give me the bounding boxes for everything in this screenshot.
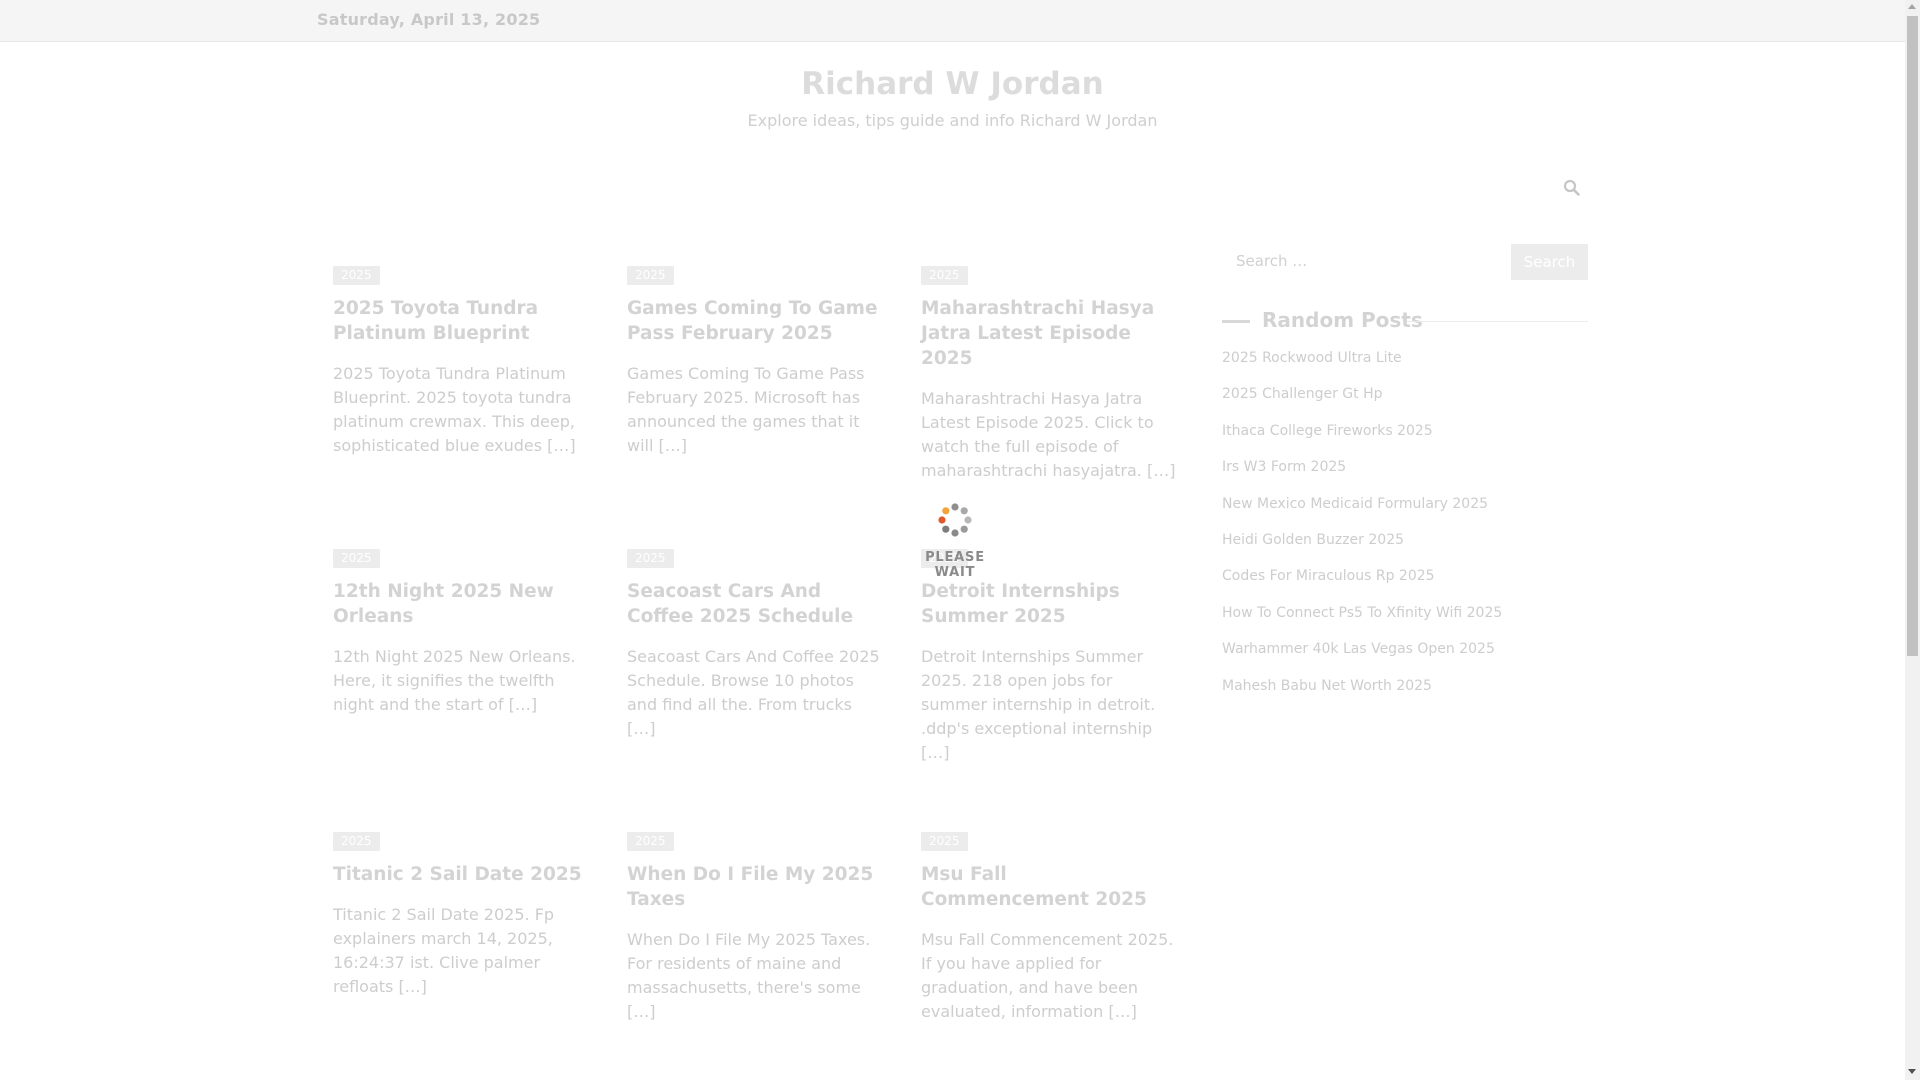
post-card: 2025 Seacoast Cars And Coffee 2025 Sched… xyxy=(627,547,883,741)
spinner-dot xyxy=(964,516,972,524)
category-badge[interactable]: 2025 xyxy=(333,832,380,851)
page: Saturday, April 13, 2025 Richard W Jorda… xyxy=(0,0,1905,1080)
spinner-dot xyxy=(942,507,950,515)
post-card: 2025 When Do I File My 2025 Taxes When D… xyxy=(627,830,883,1024)
post-title[interactable]: Seacoast Cars And Coffee 2025 Schedule xyxy=(627,579,883,629)
spinner-dot xyxy=(951,503,959,511)
post-excerpt: 2025 Toyota Tundra Platinum Blueprint. 2… xyxy=(333,364,576,455)
post-card: 2025 Titanic 2 Sail Date 2025 Titanic 2 … xyxy=(333,830,589,999)
spinner-dot xyxy=(960,525,968,533)
title-accent-bar xyxy=(1222,320,1250,323)
post-title[interactable]: 12th Night 2025 New Orleans xyxy=(333,579,589,629)
category-badge[interactable]: 2025 xyxy=(921,832,968,851)
loading-label: PLEASE WAIT xyxy=(925,550,985,580)
search-input[interactable] xyxy=(1222,244,1536,278)
site-tagline: Explore ideas, tips guide and info Richa… xyxy=(747,111,1158,130)
post-title[interactable]: Titanic 2 Sail Date 2025 xyxy=(333,862,589,887)
post-excerpt: Maharashtrachi Hasya Jatra Latest Episod… xyxy=(921,389,1176,480)
search-icon[interactable] xyxy=(1562,178,1582,198)
category-badge[interactable]: 2025 xyxy=(333,549,380,568)
post-title[interactable]: 2025 Toyota Tundra Platinum Blueprint xyxy=(333,296,589,346)
loading-indicator: PLEASE WAIT xyxy=(905,502,1005,580)
random-post-link[interactable]: New Mexico Medicaid Formulary 2025 xyxy=(1222,494,1502,530)
category-badge[interactable]: 2025 xyxy=(921,266,968,285)
post-title[interactable]: Maharashtrachi Hasya Jatra Latest Episod… xyxy=(921,296,1177,371)
random-posts-widget-header: Random Posts xyxy=(1222,308,1588,334)
category-badge[interactable]: 2025 xyxy=(333,266,380,285)
post-excerpt: Msu Fall Commencement 2025. If you have … xyxy=(921,930,1174,1021)
widget-title: Random Posts xyxy=(1262,308,1423,332)
scroll-up-arrow-icon[interactable] xyxy=(1908,4,1916,9)
category-badge[interactable]: 2025 xyxy=(627,266,674,285)
post-title[interactable]: Detroit Internships Summer 2025 xyxy=(921,579,1177,629)
random-posts-list: 2025 Rockwood Ultra Lite 2025 Challenger… xyxy=(1222,348,1502,712)
random-post-link[interactable]: Codes For Miraculous Rp 2025 xyxy=(1222,566,1502,602)
scroll-down-arrow-icon[interactable] xyxy=(1908,1069,1916,1074)
post-card: 2025 2025 Toyota Tundra Platinum Bluepri… xyxy=(333,264,589,458)
title-divider xyxy=(1407,321,1588,322)
post-excerpt: Detroit Internships Summer 2025. 218 ope… xyxy=(921,647,1156,762)
category-badge[interactable]: 2025 xyxy=(627,549,674,568)
post-excerpt: Games Coming To Game Pass February 2025.… xyxy=(627,364,865,455)
random-post-link[interactable]: 2025 Challenger Gt Hp xyxy=(1222,384,1502,420)
random-post-link[interactable]: Ithaca College Fireworks 2025 xyxy=(1222,421,1502,457)
post-card: 2025 Games Coming To Game Pass February … xyxy=(627,264,883,458)
post-card: 2025 Maharashtrachi Hasya Jatra Latest E… xyxy=(921,264,1177,483)
spinner-dot xyxy=(951,529,959,537)
random-post-link[interactable]: Warhammer 40k Las Vegas Open 2025 xyxy=(1222,639,1502,675)
current-date: Saturday, April 13, 2025 xyxy=(317,10,541,29)
post-excerpt: 12th Night 2025 New Orleans. Here, it si… xyxy=(333,647,576,714)
search-button[interactable]: Search xyxy=(1511,244,1588,280)
post-excerpt: Titanic 2 Sail Date 2025. Fp explainers … xyxy=(333,905,555,996)
site-title[interactable]: Richard W Jordan xyxy=(0,66,1905,102)
spinner-dot xyxy=(942,525,950,533)
scrollbar-thumb[interactable] xyxy=(1907,16,1918,656)
random-post-link[interactable]: 2025 Rockwood Ultra Lite xyxy=(1222,348,1502,384)
post-card: 2025 12th Night 2025 New Orleans 12th Ni… xyxy=(333,547,589,717)
spinner-dot xyxy=(960,507,968,515)
vertical-scrollbar[interactable] xyxy=(1905,0,1920,1080)
top-bar: Saturday, April 13, 2025 xyxy=(0,0,1905,42)
random-post-link[interactable]: Mahesh Babu Net Worth 2025 xyxy=(1222,676,1502,712)
post-title[interactable]: Msu Fall Commencement 2025 xyxy=(921,862,1177,912)
post-excerpt: Seacoast Cars And Coffee 2025 Schedule. … xyxy=(627,647,880,738)
random-post-link[interactable]: Heidi Golden Buzzer 2025 xyxy=(1222,530,1502,566)
post-title[interactable]: Games Coming To Game Pass February 2025 xyxy=(627,296,883,346)
spinner-icon xyxy=(938,503,972,537)
category-badge[interactable]: 2025 xyxy=(627,832,674,851)
post-title[interactable]: When Do I File My 2025 Taxes xyxy=(627,862,883,912)
spinner-dot xyxy=(938,516,946,524)
post-excerpt: When Do I File My 2025 Taxes. For reside… xyxy=(627,930,871,1021)
random-post-link[interactable]: How To Connect Ps5 To Xfinity Wifi 2025 xyxy=(1222,603,1502,639)
random-post-link[interactable]: Irs W3 Form 2025 xyxy=(1222,457,1502,493)
post-card: 2025 Msu Fall Commencement 2025 Msu Fall… xyxy=(921,830,1177,1024)
